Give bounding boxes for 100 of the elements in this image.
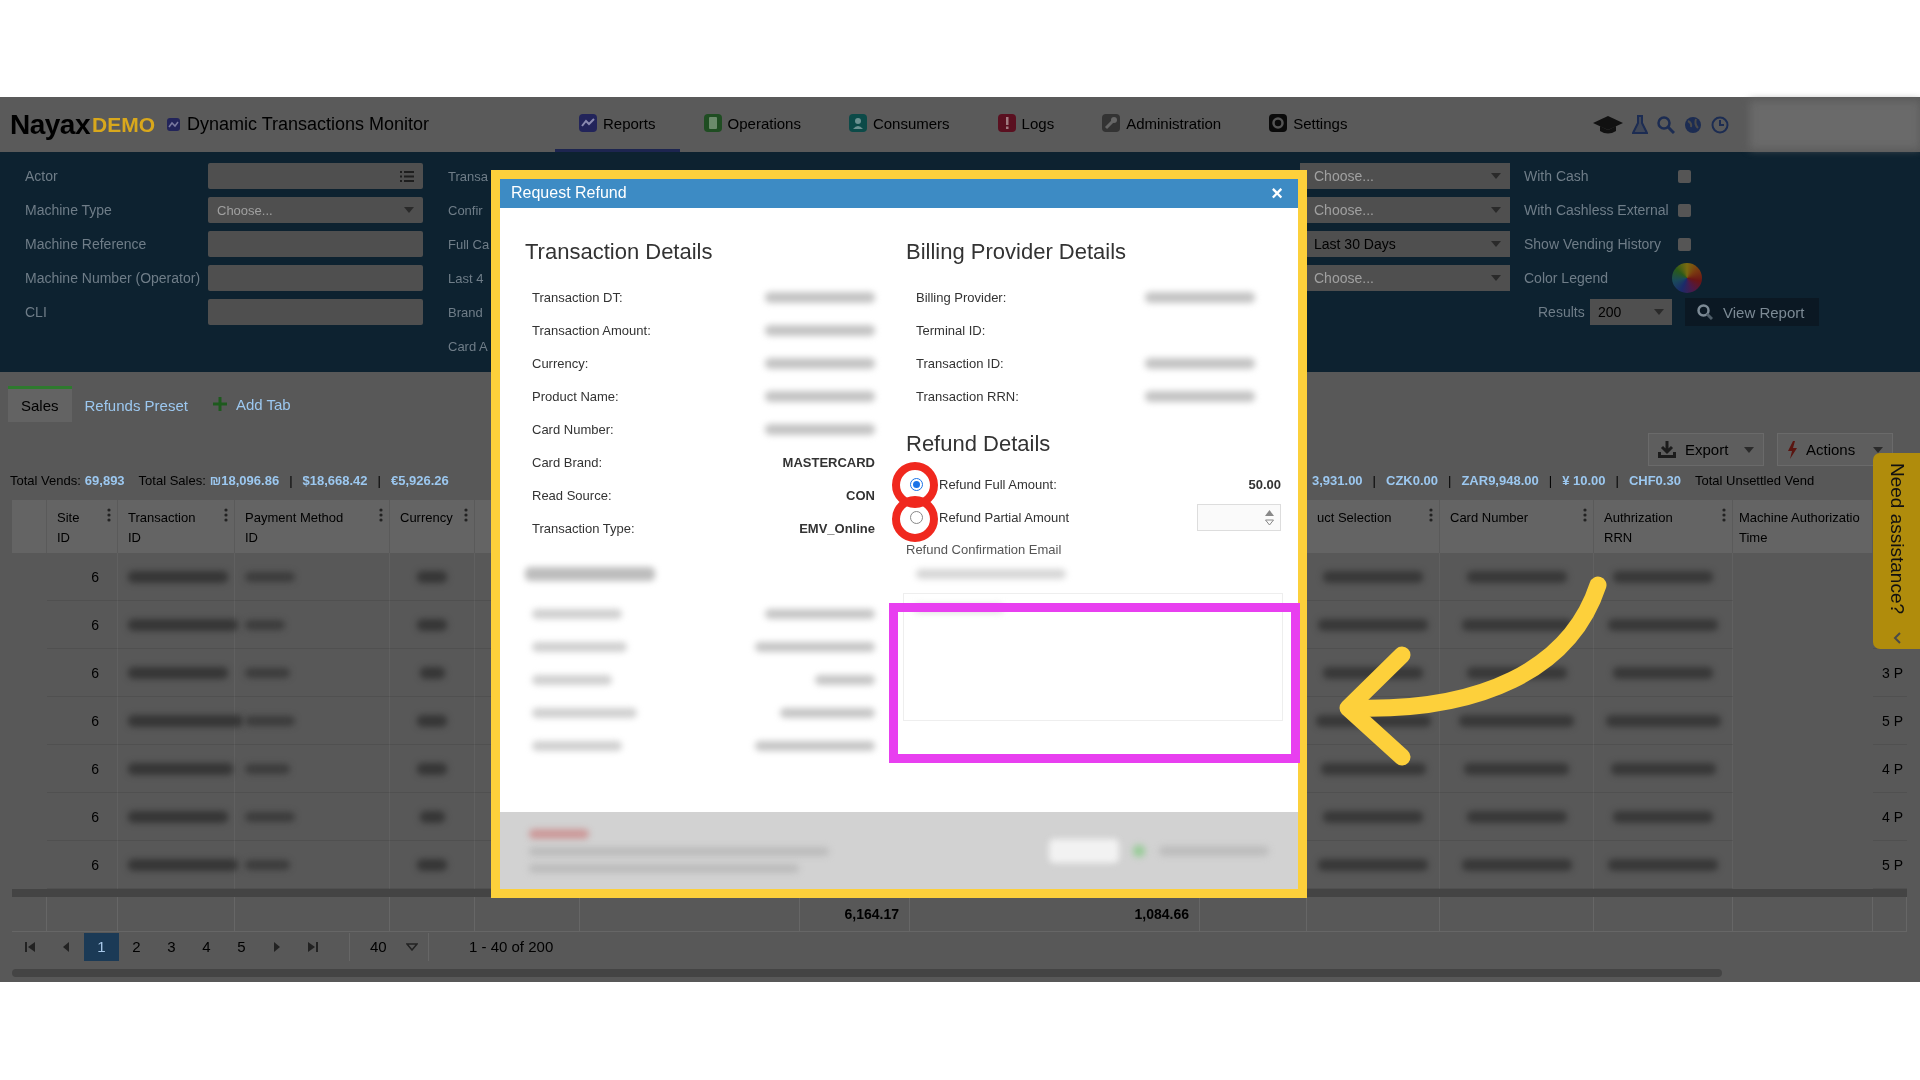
close-button[interactable]: × [1267, 181, 1287, 205]
redacted-text [417, 618, 447, 631]
assistance-label: Need assistance? [1885, 463, 1908, 615]
field-label: Transa [448, 168, 488, 184]
clipboard-icon [703, 114, 722, 132]
kebab-menu-icon[interactable] [107, 508, 111, 522]
kebab-menu-icon[interactable] [224, 508, 228, 522]
page-button[interactable]: 1 [84, 932, 119, 961]
color-wheel-icon[interactable] [1672, 263, 1702, 293]
column-header[interactable]: uct Selection [1307, 500, 1440, 553]
export-button[interactable]: Export [1648, 433, 1764, 466]
kebab-menu-icon[interactable] [379, 508, 383, 522]
page-size-select[interactable]: 40 [349, 932, 429, 961]
input-field[interactable] [208, 163, 423, 189]
caret-icon [1654, 309, 1664, 315]
nav-tab[interactable]: Settings [1245, 97, 1372, 152]
field-label: Machine Type [25, 202, 113, 218]
column-header[interactable]: Site ID [47, 500, 118, 553]
table-cell: 3 P [1882, 664, 1903, 681]
next-page-icon[interactable] [272, 941, 282, 952]
column-header[interactable]: Transaction ID [118, 500, 235, 553]
report-tab[interactable]: Sales [8, 386, 72, 422]
page-button[interactable]: 4 [189, 932, 224, 961]
field-label: Transaction Amount: [532, 323, 651, 338]
dialog-title: Request Refund [511, 184, 627, 202]
kebab-menu-icon[interactable] [1583, 508, 1587, 522]
nav-tab[interactable]: Operations [679, 97, 825, 152]
flask-icon[interactable] [1632, 114, 1648, 135]
select-field[interactable]: Choose... [208, 197, 423, 223]
previous-page-icon[interactable] [61, 941, 71, 952]
caret-icon [406, 942, 418, 951]
table-cell: 4 P [1882, 760, 1903, 777]
input-field[interactable] [208, 265, 423, 291]
field-value: EMV_Online [799, 521, 875, 536]
section-heading: Billing Provider Details [906, 238, 1128, 266]
table-cell: 6 [91, 808, 99, 825]
field-label: Confir [448, 202, 483, 218]
first-page-icon[interactable] [25, 941, 35, 952]
caret-icon [1491, 241, 1501, 247]
table-cell: 5 P [1882, 856, 1903, 873]
separator: | [1548, 472, 1553, 488]
page-button[interactable]: 5 [224, 932, 259, 961]
input-field[interactable] [208, 231, 423, 257]
checkbox-label: With Cash [1524, 168, 1590, 184]
totals-label: Total Sales: [138, 472, 206, 488]
list-icon[interactable] [400, 170, 414, 182]
view-report-button[interactable]: View Report [1685, 298, 1819, 326]
graduation-cap-icon[interactable] [1593, 114, 1623, 135]
select-field[interactable]: Choose... [1300, 163, 1510, 189]
add-tab-link[interactable]: Add Tab [235, 395, 291, 413]
checkbox[interactable] [1678, 169, 1691, 183]
column-header[interactable]: Currency [390, 500, 475, 553]
checkbox[interactable] [1678, 203, 1691, 217]
spinner-arrows-icon[interactable] [1265, 509, 1274, 526]
total-cell: 1,084.66 [1134, 906, 1189, 922]
radio-button[interactable] [910, 511, 923, 524]
nav-tab[interactable]: Logs [973, 97, 1079, 152]
redacted-text [815, 674, 875, 685]
totals-value: ZAR9,948.00 [1461, 472, 1539, 488]
results-label: Results [1538, 304, 1586, 320]
kebab-menu-icon[interactable] [464, 508, 468, 522]
alert-icon [997, 114, 1016, 132]
checkbox[interactable] [1678, 237, 1691, 251]
caret-icon [1744, 446, 1754, 453]
globe-icon[interactable] [1684, 115, 1702, 134]
totals-value: CZK0.00 [1386, 472, 1439, 488]
last-page-icon[interactable] [308, 941, 318, 952]
report-tab[interactable]: Refunds Preset [71, 386, 201, 422]
column-header[interactable]: Authrization RRN [1594, 500, 1733, 553]
input-field[interactable] [208, 299, 423, 325]
highlight-circle [892, 496, 938, 542]
radio-button[interactable] [910, 478, 923, 491]
wrench-icon [1102, 114, 1121, 132]
nav-tab[interactable]: Administration [1078, 97, 1246, 152]
separator: | [1615, 472, 1619, 488]
legend-label: Color Legend [1524, 270, 1610, 286]
gear-icon [1269, 114, 1288, 132]
assistance-tab[interactable]: Need assistance? [1873, 453, 1920, 649]
clock-icon[interactable] [1711, 115, 1729, 134]
separator: | [289, 472, 293, 488]
amount-input[interactable] [1197, 504, 1281, 531]
field-label: Machine Number (Operator) [25, 270, 202, 286]
column-header[interactable]: Machine Authorizatio Time [1733, 500, 1873, 553]
page-button[interactable]: 2 [119, 932, 154, 961]
text-area[interactable] [903, 593, 1283, 721]
page-range: 1 - 40 of 200 [469, 938, 554, 955]
field-value: CON [846, 488, 875, 503]
search-icon[interactable] [1657, 115, 1675, 134]
checkbox-label: Show Vending History [1524, 236, 1662, 252]
highlight-circle [892, 462, 938, 508]
totals-value: ¥ 10.00 [1562, 472, 1606, 488]
select-field[interactable]: 200 [1590, 299, 1672, 325]
nav-tab[interactable]: Consumers [824, 97, 974, 152]
column-header[interactable]: Card Number [1440, 500, 1594, 553]
horizontal-scrollbar[interactable] [12, 889, 1907, 897]
redacted-text [529, 829, 589, 839]
column-header[interactable]: Payment Method ID [235, 500, 390, 553]
page-button[interactable]: 3 [154, 932, 189, 961]
kebab-menu-icon[interactable] [1429, 508, 1433, 522]
kebab-menu-icon[interactable] [1722, 508, 1726, 522]
